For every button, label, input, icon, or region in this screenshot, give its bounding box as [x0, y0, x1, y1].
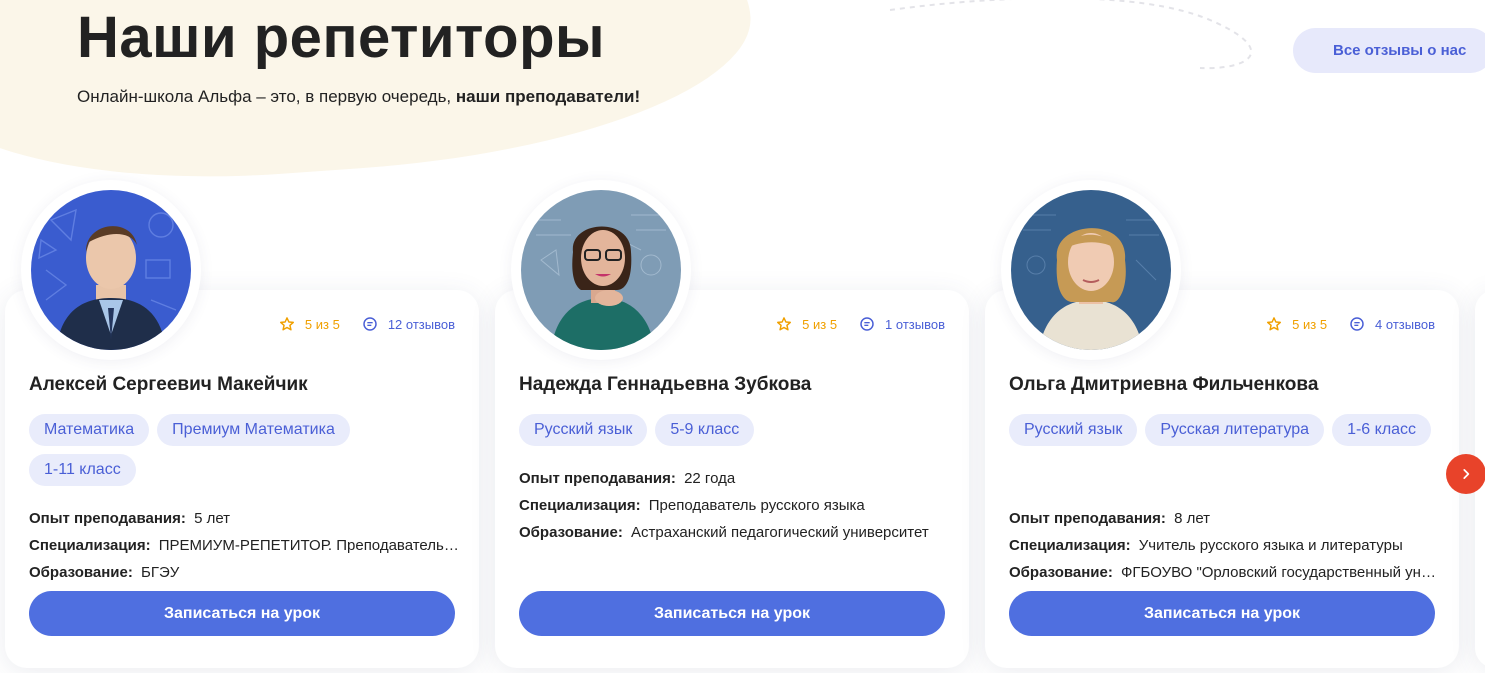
rating-value: 5 из 5: [802, 316, 838, 332]
tutor-name[interactable]: Ольга Дмитриевна Фильченкова: [1009, 374, 1318, 396]
tutor-name[interactable]: Надежда Геннадьевна Зубкова: [519, 374, 811, 396]
chevron-right-icon: [1463, 469, 1470, 479]
tutor-name[interactable]: Алексей Сергеевич Макейчик: [29, 374, 308, 396]
comment-icon: [1350, 317, 1364, 331]
specialization-label: Специализация:: [1009, 537, 1131, 554]
tutor-photo: [521, 190, 681, 350]
grade-tag: 1-6 класс: [1332, 414, 1432, 446]
experience-label: Опыт преподавания:: [1009, 510, 1166, 527]
specialization-row: Специализация: Преподаватель русского яз…: [519, 492, 949, 519]
subject-tag: Русская литература: [1145, 414, 1325, 446]
tutor-card: 5 из 5 1 отзывов Надежда Геннадьевна Зуб…: [495, 180, 969, 668]
comment-icon: [860, 317, 874, 331]
experience-value: 5 лет: [194, 510, 231, 527]
subject-tag: Русский язык: [1009, 414, 1138, 446]
carousel-next-button[interactable]: [1446, 454, 1485, 494]
tutor-photo: [1011, 190, 1171, 350]
tutor-tags: Русский язык Русская литература 1-6 клас…: [1009, 414, 1439, 446]
specialization-label: Специализация:: [29, 537, 151, 554]
tutor-stats: 5 из 5 12 отзывов: [279, 316, 455, 332]
specialization-value: Учитель русского языка и литературы: [1138, 537, 1403, 554]
education-label: Образование:: [519, 524, 623, 541]
tutor-info: Опыт преподавания: 5 лет Специализация: …: [29, 505, 459, 586]
decorative-dashed-line: [889, 0, 1252, 70]
page-title: Наши репетиторы: [77, 5, 606, 70]
tutor-avatar[interactable]: [511, 180, 691, 360]
rating-value: 5 из 5: [1292, 316, 1328, 332]
star-icon: [1267, 317, 1282, 331]
specialization-row: Специализация: Учитель русского языка и …: [1009, 532, 1439, 559]
specialization-value: Преподаватель русского языка: [648, 497, 865, 514]
education-value: БГЭУ: [141, 564, 180, 581]
experience-row: Опыт преподавания: 22 года: [519, 465, 949, 492]
education-row: Образование: ФГБОУВО "Орловский государс…: [1009, 559, 1439, 586]
education-label: Образование:: [1009, 564, 1113, 581]
tutor-avatar[interactable]: [21, 180, 201, 360]
subtitle-text: Онлайн-школа Альфа – это, в первую очере…: [77, 87, 456, 106]
tutor-info: Опыт преподавания: 8 лет Специализация: …: [1009, 505, 1439, 586]
book-lesson-button[interactable]: Записаться на урок: [29, 591, 455, 636]
specialization-row: Специализация: ПРЕМИУМ-РЕПЕТИТОР. Препод…: [29, 532, 459, 559]
reviews-link[interactable]: 12 отзывов: [388, 317, 455, 332]
reviews-link[interactable]: 4 отзывов: [1375, 317, 1435, 332]
tutor-tags: Русский язык 5-9 класс: [519, 414, 949, 446]
all-reviews-button[interactable]: Все отзывы о нас: [1293, 28, 1485, 73]
tutor-info: Опыт преподавания: 22 года Специализация…: [519, 465, 949, 546]
specialization-value: ПРЕМИУМ-РЕПЕТИТОР. Преподаватель математ…: [158, 537, 459, 554]
tutor-card: 5 из 5 12 отзывов Алексей Сергеевич Маке…: [5, 180, 479, 668]
education-row: Образование: БГЭУ: [29, 559, 459, 586]
education-label: Образование:: [29, 564, 133, 581]
experience-value: 8 лет: [1174, 510, 1211, 527]
education-row: Образование: Астраханский педагогический…: [519, 519, 949, 546]
tutor-card: 5 из 5 4 отзывов Ольга Дмитриевна Фильче…: [985, 180, 1459, 668]
tutor-stats: 5 из 5 4 отзывов: [1266, 316, 1435, 332]
subject-tag: Математика: [29, 414, 150, 446]
subject-tag: Русский язык: [519, 414, 648, 446]
tutor-photo: [31, 190, 191, 350]
rating-value: 5 из 5: [304, 316, 340, 332]
subtitle-bold-text: наши преподаватели!: [455, 87, 641, 106]
experience-value: 22 года: [684, 470, 736, 487]
experience-label: Опыт преподавания:: [519, 470, 676, 487]
tutor-tags: Математика Премиум Математика 1-11 класс: [29, 414, 459, 486]
grade-tag: 5-9 класс: [655, 414, 755, 446]
comment-icon: [363, 317, 377, 331]
book-lesson-button[interactable]: Записаться на урок: [519, 591, 945, 636]
experience-row: Опыт преподавания: 8 лет: [1009, 505, 1439, 532]
grade-tag: 1-11 класс: [29, 454, 136, 486]
star-icon: [279, 317, 294, 331]
tutor-avatar[interactable]: [1001, 180, 1181, 360]
page-subtitle: Онлайн-школа Альфа – это, в первую очере…: [77, 87, 640, 107]
education-value: Астраханский педагогический университет: [631, 524, 929, 541]
reviews-link[interactable]: 1 отзывов: [885, 317, 945, 332]
education-value: ФГБОУВО "Орловский государственный униве…: [1121, 564, 1439, 581]
experience-label: Опыт преподавания:: [29, 510, 186, 527]
subject-tag: Премиум Математика: [157, 414, 350, 446]
experience-row: Опыт преподавания: 5 лет: [29, 505, 459, 532]
star-icon: [777, 317, 792, 331]
specialization-label: Специализация:: [519, 497, 641, 514]
tutor-stats: 5 из 5 1 отзывов: [776, 316, 945, 332]
book-lesson-button[interactable]: Записаться на урок: [1009, 591, 1435, 636]
